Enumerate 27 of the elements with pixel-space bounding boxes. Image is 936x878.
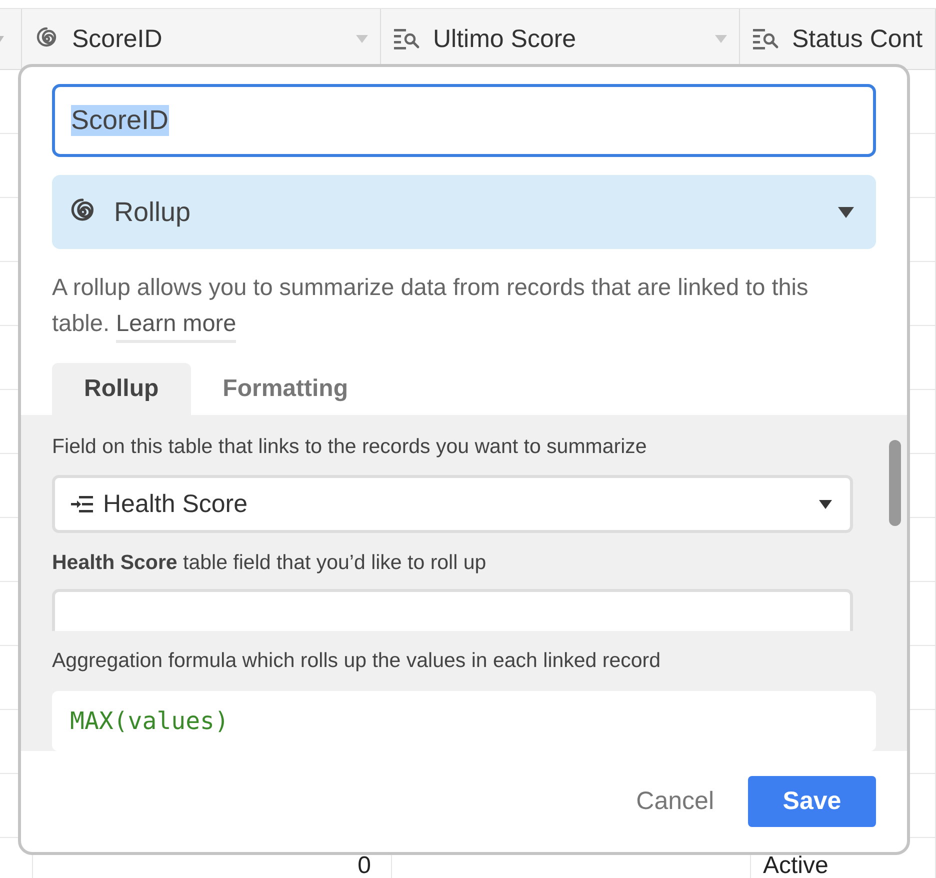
linked-field-select[interactable]: Health Score: [52, 475, 853, 533]
formula-field[interactable]: MAX(values): [52, 691, 876, 751]
field-label: Aggregation formula which rolls up the values in each linked record: [52, 649, 662, 673]
column-title: Status Cont: [792, 24, 923, 54]
indent-lines-icon: [71, 494, 93, 514]
caret-icon[interactable]: [715, 35, 727, 43]
save-button[interactable]: Save: [748, 776, 876, 827]
name-field[interactable]: ScoreID: [52, 84, 876, 157]
tab[interactable]: Rollup: [52, 363, 191, 415]
cancel-button[interactable]: Cancel: [632, 779, 718, 824]
caret-icon: [838, 206, 854, 218]
lookup-icon: [393, 26, 421, 52]
caret-icon[interactable]: [356, 35, 368, 43]
table-cell: 0: [358, 856, 371, 876]
learn-more-link[interactable]: Learn more: [116, 310, 236, 343]
description-text: A rollup allows you to summarize data from records that are linked to this table. Learn more: [52, 269, 842, 341]
rollup-field-select[interactable]: [52, 589, 853, 631]
column-title: Ultimo Score: [433, 24, 576, 54]
table-cell: Active: [763, 856, 828, 876]
scrollbar[interactable]: [889, 440, 901, 526]
tab[interactable]: Formatting: [190, 363, 380, 415]
caret-icon: [819, 500, 832, 508]
field-label: Field on this table that links to the records you want to summarize: [52, 435, 648, 459]
lookup-icon: [752, 26, 780, 52]
field-label: Health Score table field that you’d like to roll up: [52, 551, 488, 575]
type-select[interactable]: Rollup: [52, 175, 876, 249]
column-title: ScoreID: [72, 24, 162, 54]
